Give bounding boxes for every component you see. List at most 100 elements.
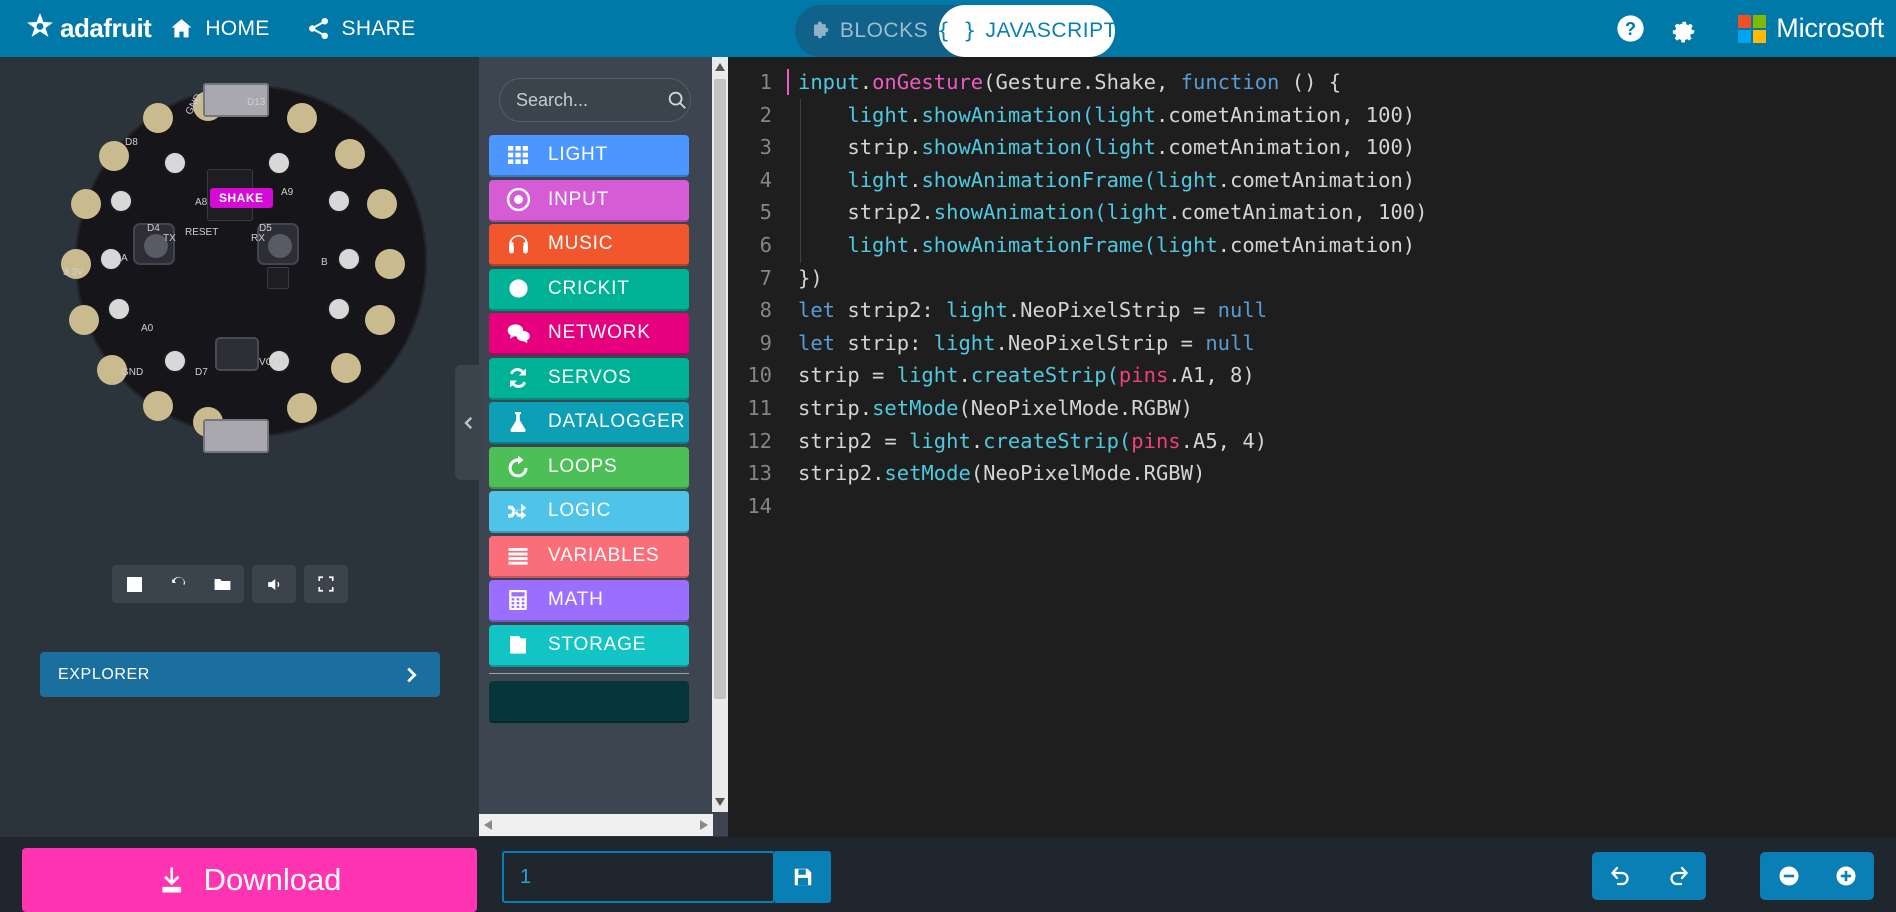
code-line[interactable]: 9let strip: light.NeoPixelStrip = null (728, 327, 1427, 360)
code-line[interactable]: 8let strip2: light.NeoPixelStrip = null (728, 294, 1427, 327)
scroll-left-arrow-icon[interactable] (484, 820, 492, 830)
pin-label: RESET (185, 227, 218, 238)
javascript-code-editor[interactable]: 1input.onGesture(Gesture.Shake, function… (728, 57, 1896, 857)
toolbox-horizontal-scrollbar[interactable] (479, 814, 713, 836)
download-label: Download (204, 862, 342, 898)
share-button[interactable]: SHARE (288, 0, 434, 57)
code-line[interactable]: 1input.onGesture(Gesture.Shake, function… (728, 66, 1427, 99)
toolbox-vertical-scrollbar[interactable] (712, 57, 728, 812)
line-number: 14 (728, 490, 772, 523)
tab-javascript[interactable]: { } JAVASCRIPT (939, 5, 1115, 57)
code-token: ( (1094, 200, 1106, 224)
tab-blocks[interactable]: BLOCKS (795, 5, 943, 57)
code-line[interactable]: 2 light.showAnimation(light.cometAnimati… (728, 99, 1427, 132)
toolbox-collapse-handle[interactable] (455, 365, 483, 480)
sensor-chip (267, 267, 289, 289)
explorer-toggle[interactable]: EXPLORER (40, 652, 440, 697)
code-token: .cometAnimation, 100) (1156, 135, 1415, 159)
code-line[interactable]: 12strip2 = light.createStrip(pins.A5, 4) (728, 425, 1427, 458)
code-line[interactable]: 11strip.setMode(NeoPixelMode.RGBW) (728, 392, 1427, 425)
code-token: .A5, 4) (1181, 429, 1267, 453)
save-button[interactable] (775, 851, 831, 903)
debug-button[interactable] (200, 565, 244, 603)
undo-arrow-icon (1609, 864, 1633, 888)
redo-button[interactable] (1649, 852, 1706, 900)
code-line[interactable]: 10strip = light.createStrip(pins.A1, 8) (728, 359, 1427, 392)
toolbox-category-label: LIGHT (548, 144, 608, 166)
pin-label: 3.3V (63, 267, 84, 278)
toolbox-category-music[interactable]: MUSIC (489, 224, 689, 266)
toolbox-category-variables[interactable]: VARIABLES (489, 536, 689, 578)
toolbox-category-math[interactable]: MATH (489, 580, 689, 622)
code-line[interactable]: 14 (728, 490, 1427, 523)
undo-button[interactable] (1592, 852, 1649, 900)
toolbox-category-extra[interactable] (489, 681, 689, 723)
restart-button[interactable] (156, 565, 200, 603)
simulator-controls (112, 565, 348, 603)
slide-switch[interactable] (215, 337, 259, 371)
line-number: 1 (728, 66, 772, 99)
code-token: . (909, 233, 921, 257)
toolbox-category-crickit[interactable]: CRICKIT (489, 269, 689, 311)
project-name-input[interactable]: 1 (502, 851, 775, 903)
settings-button[interactable] (1656, 3, 1708, 55)
home-button[interactable]: HOME (151, 0, 287, 57)
line-number: 13 (728, 457, 772, 490)
line-number: 7 (728, 262, 772, 295)
code-token: . (860, 70, 872, 94)
expand-icon (317, 575, 335, 593)
toolbox-category-light[interactable]: LIGHT (489, 135, 689, 177)
project-name-value: 1 (520, 866, 531, 889)
code-line[interactable]: 13strip2.setMode(NeoPixelMode.RGBW) (728, 457, 1427, 490)
toolbox-category-logic[interactable]: LOGIC (489, 491, 689, 533)
adafruit-brand[interactable]: adafruit (22, 12, 151, 46)
pin-label: A9 (281, 187, 293, 198)
code-token: ( (1082, 103, 1094, 127)
toolbox-scroll-thumb[interactable] (714, 79, 726, 699)
toolbox-search[interactable] (499, 78, 691, 122)
loop-arrow-icon (505, 454, 531, 480)
scroll-down-arrow-icon[interactable] (715, 798, 725, 806)
code-token (798, 168, 847, 192)
circuit-playground-board[interactable]: SHAKE GND D13 D8 A8 A9 A B RESET TX RX D… (35, 67, 435, 467)
fullscreen-button[interactable] (304, 565, 348, 603)
zoom-in-button[interactable] (1817, 852, 1874, 900)
code-token: light (847, 168, 909, 192)
code-token: . (909, 168, 921, 192)
stop-button[interactable] (112, 565, 156, 603)
scroll-up-arrow-icon[interactable] (715, 63, 725, 71)
code-token: light (1094, 103, 1156, 127)
bug-folder-icon (213, 575, 232, 594)
search-input[interactable] (516, 90, 666, 111)
code-token: function (1181, 70, 1280, 94)
toolbox-category-label: MATH (548, 589, 604, 611)
code-line[interactable]: 7}) (728, 262, 1427, 295)
download-button[interactable]: Download (22, 848, 477, 912)
toolbox-category-servos[interactable]: SERVOS (489, 358, 689, 400)
toolbox-category-storage[interactable]: STORAGE (489, 625, 689, 667)
code-token: light (934, 331, 996, 355)
toolbox-category-loops[interactable]: LOOPS (489, 447, 689, 489)
code-token: (NeoPixelMode.RGBW) (958, 396, 1193, 420)
mute-button[interactable] (252, 565, 296, 603)
search-icon[interactable] (666, 89, 688, 111)
code-content[interactable]: 1input.onGesture(Gesture.Shake, function… (728, 66, 1427, 522)
microsoft-label: Microsoft (1776, 13, 1884, 44)
editor-mode-tabs: BLOCKS { } JAVASCRIPT (795, 5, 1087, 57)
zoom-out-button[interactable] (1760, 852, 1817, 900)
question-mark-circle-icon: ? (1615, 13, 1646, 44)
code-token: .cometAnimation) (1218, 233, 1415, 257)
toolbox-category-input[interactable]: INPUT (489, 180, 689, 222)
scroll-right-arrow-icon[interactable] (700, 820, 708, 830)
code-line[interactable]: 3 strip.showAnimation(light.cometAnimati… (728, 131, 1427, 164)
toolbox-category-datalogger[interactable]: DATALOGGER (489, 402, 689, 444)
code-line[interactable]: 6 light.showAnimationFrame(light.cometAn… (728, 229, 1427, 262)
undo-redo-group (1592, 852, 1706, 900)
code-token: ( (1107, 363, 1119, 387)
line-number: 11 (728, 392, 772, 425)
code-token: light (1094, 135, 1156, 159)
help-button[interactable]: ? (1604, 3, 1656, 55)
code-line[interactable]: 4 light.showAnimationFrame(light.cometAn… (728, 164, 1427, 197)
toolbox-category-network[interactable]: NETWORK (489, 313, 689, 355)
code-line[interactable]: 5 strip2.showAnimation(light.cometAnimat… (728, 196, 1427, 229)
